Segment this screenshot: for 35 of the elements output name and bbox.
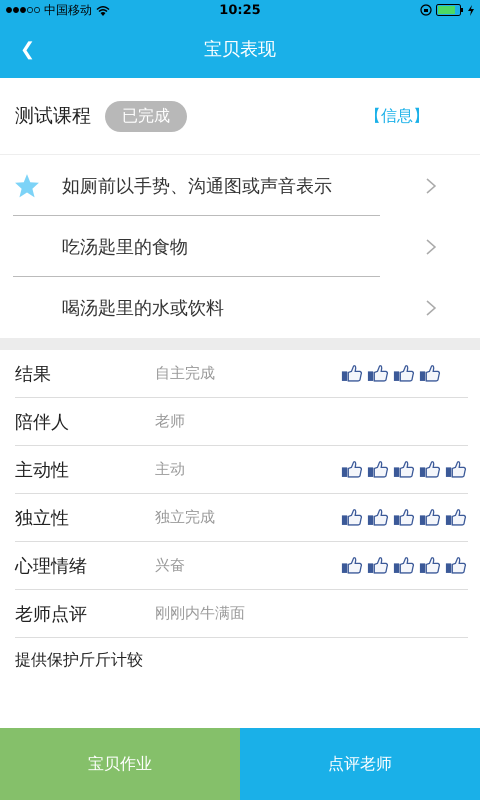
signal-icon bbox=[6, 7, 40, 13]
list-item[interactable]: 如厕前以手势、沟通图或声音表示 bbox=[0, 155, 480, 216]
field-value: 独立完成 bbox=[155, 508, 216, 527]
field-value: 老师 bbox=[155, 412, 186, 431]
field-label: 陪伴人 bbox=[15, 410, 70, 434]
field-label: 结果 bbox=[15, 362, 52, 386]
field-label: 独立性 bbox=[15, 506, 70, 530]
clock-time: 10:25 bbox=[219, 3, 261, 18]
list-item[interactable]: 吃汤匙里的食物 bbox=[0, 216, 480, 277]
tab-button[interactable]: 点评老师 bbox=[240, 728, 480, 800]
field-label: 心理情绪 bbox=[15, 554, 88, 578]
tab-button[interactable]: 宝贝作业 bbox=[0, 728, 240, 800]
field-value: 主动 bbox=[155, 460, 186, 479]
back-button[interactable]: ❮ bbox=[0, 38, 36, 60]
charging-icon bbox=[468, 4, 474, 16]
chevron-icon bbox=[426, 238, 436, 254]
chevron-icon bbox=[426, 178, 436, 194]
chevron-icon bbox=[426, 300, 436, 316]
wifi-icon bbox=[96, 4, 110, 16]
item-title: 吃汤匙里的食物 bbox=[62, 236, 189, 258]
carrier-name: 中国移动 bbox=[44, 2, 92, 18]
item-title: 喝汤匙里的水或饮料 bbox=[62, 296, 225, 320]
field-value: 兴奋 bbox=[155, 556, 186, 575]
info-link[interactable]: 【信息】 bbox=[365, 106, 429, 126]
item-title: 如厕前以手势、沟通图或声音表示 bbox=[62, 174, 333, 198]
list-item[interactable]: 喝汤匙里的水或饮料 bbox=[0, 277, 480, 338]
status-badge: 已完成 bbox=[105, 100, 187, 132]
field-value: 自主完成 bbox=[155, 364, 216, 383]
field-value: 刚刚内牛满面 bbox=[155, 604, 246, 623]
field-label: 老师点评 bbox=[15, 602, 88, 626]
course-name: 测试课程 bbox=[15, 104, 91, 129]
field-label: 主动性 bbox=[15, 458, 70, 482]
page-title: 宝贝表现 bbox=[204, 38, 276, 61]
comment-text: 提供保护斤斤计较 bbox=[14, 649, 144, 671]
battery-icon bbox=[436, 4, 464, 16]
